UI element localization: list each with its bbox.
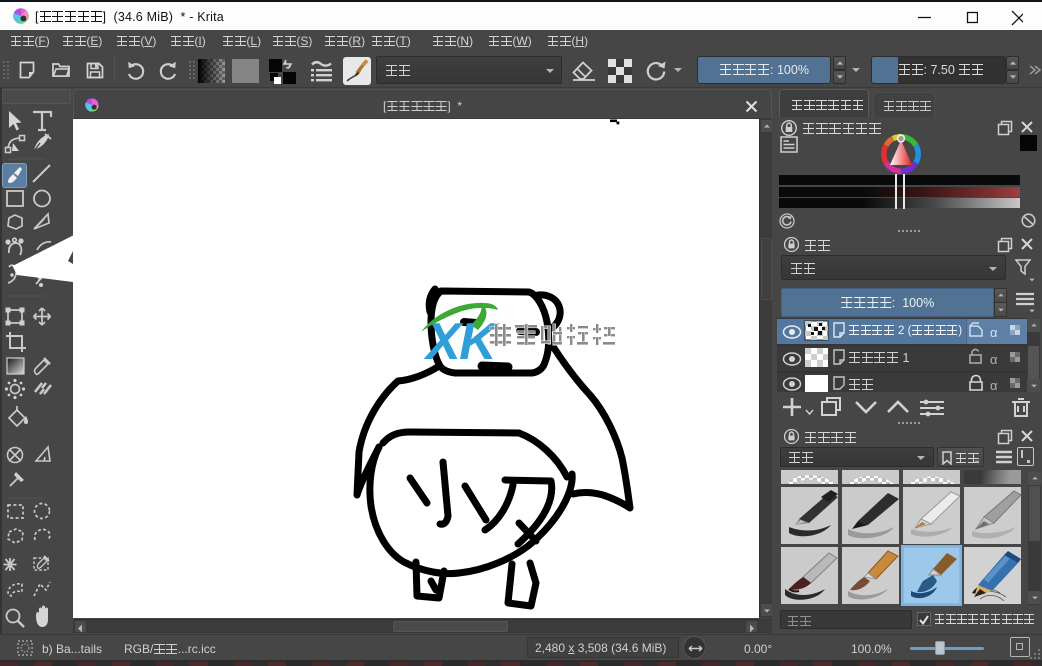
svg-text:α: α	[990, 378, 998, 393]
svg-text:α: α	[990, 352, 998, 367]
svg-text:XK: XK	[423, 313, 500, 371]
svg-text:α: α	[990, 325, 998, 340]
